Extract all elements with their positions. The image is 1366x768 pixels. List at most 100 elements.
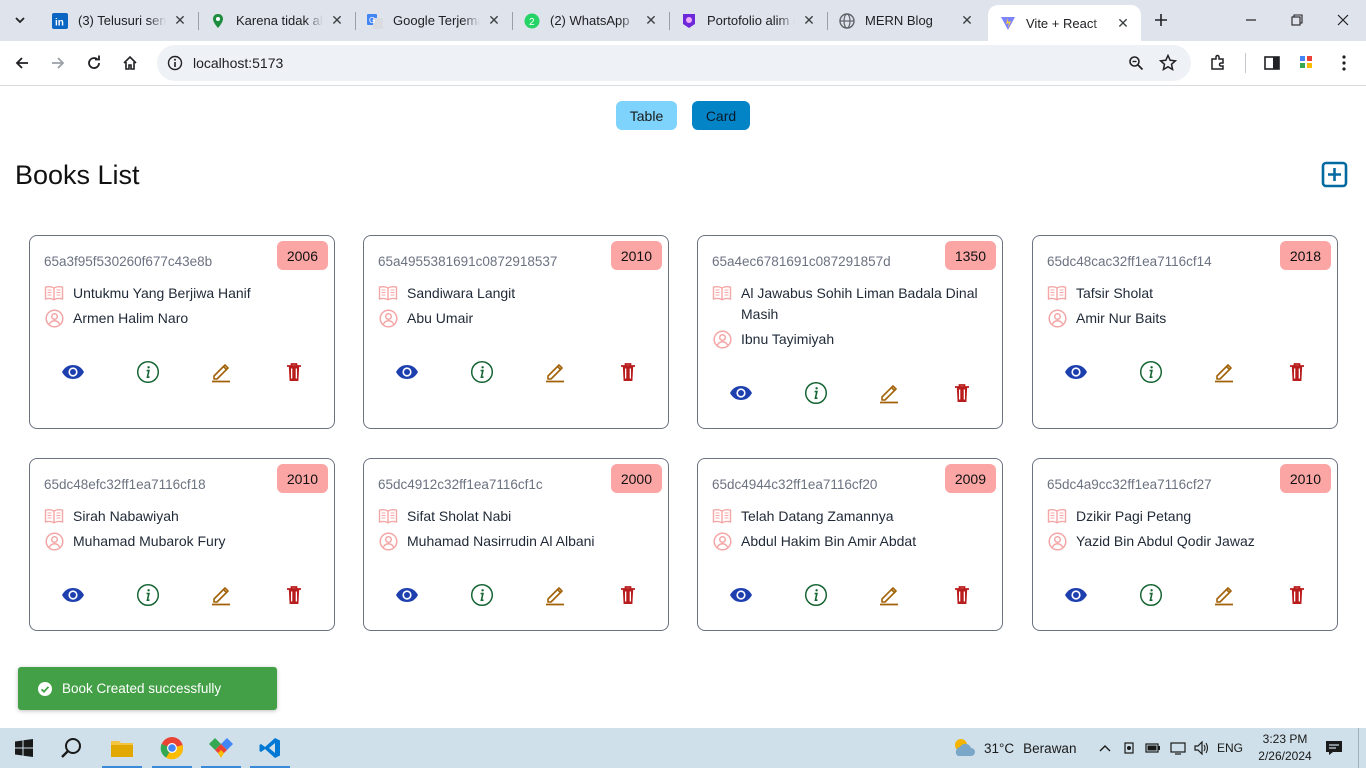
card-actions xyxy=(30,582,336,608)
info-icon[interactable] xyxy=(803,380,829,406)
user-circle-icon xyxy=(1047,308,1067,328)
minimize-icon[interactable] xyxy=(1228,0,1274,40)
delete-trash-icon[interactable] xyxy=(949,582,975,608)
info-icon[interactable] xyxy=(469,582,495,608)
file-explorer-icon[interactable] xyxy=(98,728,146,768)
card-view-button[interactable]: Card xyxy=(692,101,750,130)
edit-pencil-icon[interactable] xyxy=(876,380,902,406)
back-arrow-icon[interactable] xyxy=(7,48,37,78)
user-circle-icon xyxy=(44,308,64,328)
view-eye-icon[interactable] xyxy=(728,582,754,608)
edit-pencil-icon[interactable] xyxy=(542,359,568,385)
tab-close-icon[interactable]: ✕ xyxy=(329,12,345,29)
view-eye-icon[interactable] xyxy=(394,359,420,385)
globe-icon xyxy=(839,12,855,29)
card-actions xyxy=(698,582,1004,608)
system-clock[interactable]: 3:23 PM 2/26/2024 xyxy=(1253,731,1317,765)
delete-trash-icon[interactable] xyxy=(281,582,307,608)
battery-icon[interactable] xyxy=(1142,728,1164,768)
zoom-icon[interactable] xyxy=(1125,52,1147,74)
user-circle-icon xyxy=(378,531,398,551)
language-indicator[interactable]: ENG xyxy=(1215,728,1245,768)
book-id: 65dc48efc32ff1ea7116cf18 xyxy=(44,477,206,492)
address-bar[interactable]: localhost:5173 xyxy=(157,45,1191,81)
edit-pencil-icon[interactable] xyxy=(208,359,234,385)
browser-tab-active[interactable]: Vite + React ✕ xyxy=(988,5,1141,41)
show-desktop-button[interactable] xyxy=(1358,728,1366,768)
delete-trash-icon[interactable] xyxy=(281,359,307,385)
tab-close-icon[interactable]: ✕ xyxy=(172,12,188,29)
url-text[interactable]: localhost:5173 xyxy=(193,55,283,71)
home-icon[interactable] xyxy=(115,48,145,78)
info-icon[interactable] xyxy=(803,582,829,608)
book-author-row: Yazid Bin Abdul Qodir Jawaz xyxy=(1047,531,1255,552)
delete-trash-icon[interactable] xyxy=(1284,582,1310,608)
tab-search-chevron-icon[interactable] xyxy=(8,8,32,32)
info-icon[interactable] xyxy=(1138,359,1164,385)
view-eye-icon[interactable] xyxy=(1063,359,1089,385)
info-icon[interactable] xyxy=(1138,582,1164,608)
view-eye-icon[interactable] xyxy=(728,380,754,406)
browser-tab[interactable]: 2 (2) WhatsApp ✕ xyxy=(512,5,669,36)
chrome-icon[interactable] xyxy=(148,728,196,768)
reload-icon[interactable] xyxy=(79,48,109,78)
tray-chevron-up-icon[interactable] xyxy=(1096,728,1114,768)
tab-close-icon[interactable]: ✕ xyxy=(1115,15,1131,31)
whatsapp-icon: 2 xyxy=(524,13,540,29)
forward-arrow-icon[interactable] xyxy=(43,48,73,78)
table-view-button[interactable]: Table xyxy=(616,101,677,130)
extensions-icon[interactable] xyxy=(1203,48,1233,78)
browser-tab[interactable]: Karena tidak aktif ✕ xyxy=(198,5,355,36)
app-diamond-icon[interactable] xyxy=(197,728,245,768)
delete-trash-icon[interactable] xyxy=(1284,359,1310,385)
info-icon[interactable] xyxy=(135,582,161,608)
view-eye-icon[interactable] xyxy=(394,582,420,608)
view-eye-icon[interactable] xyxy=(60,359,86,385)
tab-close-icon[interactable]: ✕ xyxy=(801,12,817,29)
edit-pencil-icon[interactable] xyxy=(1211,359,1237,385)
wifi-icon[interactable] xyxy=(1167,728,1189,768)
edit-pencil-icon[interactable] xyxy=(1211,582,1237,608)
tab-close-icon[interactable]: ✕ xyxy=(643,12,659,29)
new-tab-button[interactable] xyxy=(1149,8,1173,32)
restore-icon[interactable] xyxy=(1274,0,1320,40)
view-eye-icon[interactable] xyxy=(1063,582,1089,608)
browser-tab[interactable]: MERN Blog ✕ xyxy=(827,5,985,36)
side-panel-icon[interactable] xyxy=(1257,48,1287,78)
info-icon[interactable] xyxy=(135,359,161,385)
search-icon[interactable] xyxy=(48,728,96,768)
notifications-icon[interactable] xyxy=(1322,728,1346,768)
translate-icon: G xyxy=(367,13,383,29)
tab-close-icon[interactable]: ✕ xyxy=(959,12,975,29)
book-author-row: Muhamad Mubarok Fury xyxy=(44,531,226,552)
delete-trash-icon[interactable] xyxy=(615,359,641,385)
delete-trash-icon[interactable] xyxy=(949,380,975,406)
site-info-icon[interactable] xyxy=(165,53,185,73)
vscode-icon[interactable] xyxy=(246,728,294,768)
windows-start-icon[interactable] xyxy=(0,728,48,768)
edit-pencil-icon[interactable] xyxy=(542,582,568,608)
menu-kebab-icon[interactable] xyxy=(1329,48,1359,78)
browser-tab[interactable]: Portofolio alim a ✕ xyxy=(669,5,827,36)
delete-trash-icon[interactable] xyxy=(615,582,641,608)
view-eye-icon[interactable] xyxy=(60,582,86,608)
browser-tab[interactable]: in (3) Telusuri semua ✕ xyxy=(40,5,198,36)
book-open-icon xyxy=(712,506,732,526)
speaker-icon[interactable] xyxy=(1191,728,1213,768)
info-icon[interactable] xyxy=(469,359,495,385)
bookmark-star-icon[interactable] xyxy=(1157,52,1179,74)
add-book-icon[interactable] xyxy=(1321,161,1348,188)
book-id: 65dc4912c32ff1ea7116cf1c xyxy=(378,477,543,492)
close-window-icon[interactable] xyxy=(1320,0,1366,40)
tab-title: MERN Blog xyxy=(865,13,933,28)
user-circle-icon xyxy=(712,329,732,349)
book-title-row: Sirah Nabawiyah xyxy=(44,506,179,527)
weather-widget[interactable]: 31°C Berawan xyxy=(950,728,1076,768)
profile-extension-icon[interactable] xyxy=(1292,48,1322,78)
edit-pencil-icon[interactable] xyxy=(208,582,234,608)
card-actions xyxy=(1033,582,1339,608)
network-status-icon[interactable] xyxy=(1119,728,1139,768)
edit-pencil-icon[interactable] xyxy=(876,582,902,608)
browser-tab[interactable]: G Google Terjemahan ✕ xyxy=(355,5,512,36)
tab-close-icon[interactable]: ✕ xyxy=(486,12,502,29)
